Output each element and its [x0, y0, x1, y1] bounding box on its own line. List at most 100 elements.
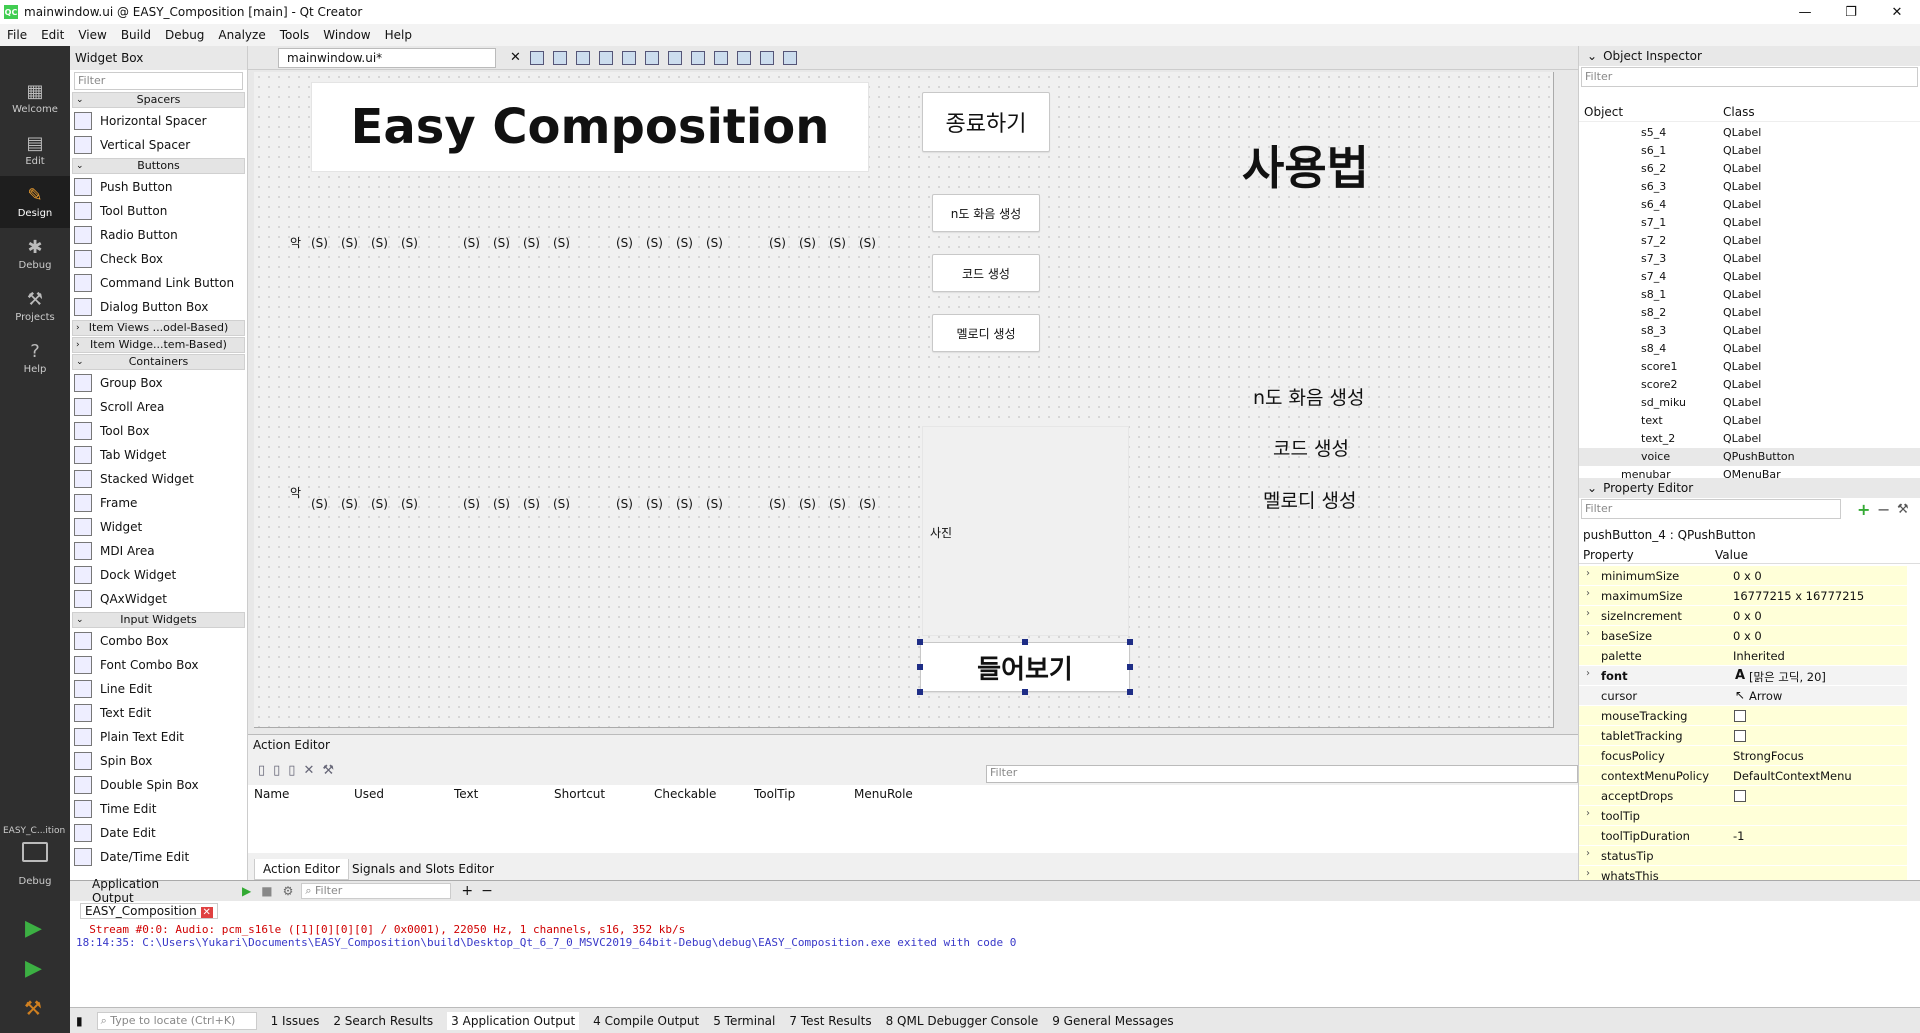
action-filter[interactable]: Filter: [986, 765, 1578, 783]
widget-item[interactable]: Tool Box: [70, 419, 247, 443]
selection-handle[interactable]: [1022, 689, 1028, 695]
widget-item[interactable]: Spin Box: [70, 749, 247, 773]
property-value[interactable]: -1: [1733, 829, 1744, 843]
property-row[interactable]: › maximumSize 16777215 x 16777215: [1579, 586, 1907, 606]
chevron-right-icon[interactable]: ›: [1586, 848, 1590, 859]
category-input-widgets[interactable]: ⌄ Input Widgets: [72, 612, 245, 628]
menu-help[interactable]: Help: [378, 28, 419, 42]
remove-property-icon[interactable]: −: [1877, 500, 1890, 519]
menu-file[interactable]: File: [0, 28, 34, 42]
object-row[interactable]: s8_4 QLabel: [1579, 340, 1920, 358]
edit-tab-order-icon[interactable]: [598, 50, 613, 65]
property-filter[interactable]: Filter: [1581, 499, 1841, 519]
tab-signals-slots-editor[interactable]: Signals and Slots Editor: [344, 859, 502, 879]
pane-application-output[interactable]: 3 Application Output: [447, 1011, 580, 1030]
widget-item[interactable]: Stacked Widget: [70, 467, 247, 491]
mode-edit[interactable]: ▤ Edit: [0, 124, 70, 176]
pane-compile-output[interactable]: 4 Compile Output: [593, 1014, 699, 1028]
widget-item[interactable]: Radio Button: [70, 223, 247, 247]
rerun-icon[interactable]: ▶: [242, 884, 251, 898]
object-row[interactable]: s6_4 QLabel: [1579, 196, 1920, 214]
object-row[interactable]: sd_miku QLabel: [1579, 394, 1920, 412]
selection-handle[interactable]: [1127, 689, 1133, 695]
property-row[interactable]: toolTipDuration -1: [1579, 826, 1907, 846]
property-row[interactable]: › font [맑은 고딕, 20] A: [1579, 666, 1907, 686]
toggle-sidebar-icon[interactable]: ▮: [76, 1014, 83, 1028]
property-value[interactable]: 0 x 0: [1733, 609, 1762, 623]
add-property-icon[interactable]: +: [1857, 500, 1870, 519]
listen-button[interactable]: 들어보기: [920, 642, 1130, 692]
stop-icon[interactable]: ■: [261, 884, 272, 898]
object-row[interactable]: s7_1 QLabel: [1579, 214, 1920, 232]
mode-projects[interactable]: ⚒ Projects: [0, 280, 70, 332]
chevron-right-icon[interactable]: ›: [1586, 628, 1590, 639]
menu-tools[interactable]: Tools: [273, 28, 317, 42]
property-row[interactable]: palette Inherited: [1579, 646, 1907, 666]
category-item-views[interactable]: › Item Views ...odel-Based): [72, 320, 245, 336]
property-row[interactable]: tabletTracking: [1579, 726, 1907, 746]
selection-handle[interactable]: [917, 664, 923, 670]
category-containers[interactable]: ⌄ Containers: [72, 354, 245, 370]
configure-icon[interactable]: ⚒: [1897, 502, 1909, 517]
debug-run-icon[interactable]: ▶: [25, 956, 42, 981]
edit-buddies-icon[interactable]: [575, 50, 590, 65]
run-icon[interactable]: ▶: [25, 916, 42, 941]
chevron-right-icon[interactable]: ›: [1586, 808, 1590, 819]
close-tab-icon[interactable]: ✕: [200, 907, 213, 918]
project-selector[interactable]: EASY_C...ition: [3, 826, 65, 836]
adjust-size-icon[interactable]: [782, 50, 797, 65]
build-hammer-icon[interactable]: ⚒: [24, 996, 42, 1020]
minimize-button[interactable]: —: [1782, 0, 1828, 24]
chevron-right-icon[interactable]: ›: [1586, 588, 1590, 599]
widget-item[interactable]: MDI Area: [70, 539, 247, 563]
widget-item[interactable]: Horizontal Spacer: [70, 109, 247, 133]
widget-item[interactable]: Frame: [70, 491, 247, 515]
mode-debug[interactable]: ✱ Debug: [0, 228, 70, 280]
pane-issues[interactable]: 1 Issues: [271, 1014, 320, 1028]
menu-edit[interactable]: Edit: [34, 28, 71, 42]
generate-chord-button[interactable]: 코드 생성: [932, 254, 1040, 292]
widget-item[interactable]: Text Edit: [70, 701, 247, 725]
pane-search-results[interactable]: 2 Search Results: [333, 1014, 433, 1028]
property-row[interactable]: acceptDrops: [1579, 786, 1907, 806]
widget-item[interactable]: Double Spin Box: [70, 773, 247, 797]
property-row[interactable]: focusPolicy StrongFocus: [1579, 746, 1907, 766]
object-row[interactable]: s7_3 QLabel: [1579, 250, 1920, 268]
widget-item[interactable]: Group Box: [70, 371, 247, 395]
object-row[interactable]: s6_2 QLabel: [1579, 160, 1920, 178]
close-document-icon[interactable]: ✕: [510, 50, 521, 65]
property-value[interactable]: StrongFocus: [1733, 749, 1804, 763]
layout-horizontal-icon[interactable]: [621, 50, 636, 65]
widget-item[interactable]: Tool Button: [70, 199, 247, 223]
mode-help[interactable]: ? Help: [0, 332, 70, 384]
selection-handle[interactable]: [917, 639, 923, 645]
property-value[interactable]: Arrow: [1749, 689, 1782, 703]
layout-form-icon[interactable]: [736, 50, 751, 65]
property-value[interactable]: Inherited: [1733, 649, 1785, 663]
output-filter[interactable]: ⌕ Filter: [301, 883, 452, 899]
widget-item[interactable]: Combo Box: [70, 629, 247, 653]
category-item-widgets[interactable]: › Item Widge...tem-Based): [72, 337, 245, 353]
property-checkbox[interactable]: [1734, 710, 1746, 722]
layout-splitter-v-icon[interactable]: [690, 50, 705, 65]
widget-item[interactable]: Dock Widget: [70, 563, 247, 587]
selection-handle[interactable]: [917, 689, 923, 695]
widget-item[interactable]: QAxWidget: [70, 587, 247, 611]
layout-vertical-icon[interactable]: [644, 50, 659, 65]
mode-welcome[interactable]: ▦ Welcome: [0, 72, 70, 124]
widget-item[interactable]: Date Edit: [70, 821, 247, 845]
monitor-icon[interactable]: [22, 842, 48, 862]
object-filter[interactable]: Filter: [1581, 67, 1918, 87]
property-value[interactable]: 16777215 x 16777215: [1733, 589, 1864, 603]
menu-debug[interactable]: Debug: [158, 28, 211, 42]
tab-action-editor[interactable]: Action Editor: [254, 859, 349, 880]
object-row[interactable]: s7_2 QLabel: [1579, 232, 1920, 250]
chevron-right-icon[interactable]: ›: [1586, 608, 1590, 619]
widget-item[interactable]: Plain Text Edit: [70, 725, 247, 749]
layout-grid-icon[interactable]: [713, 50, 728, 65]
pane-qml-debugger-console[interactable]: 8 QML Debugger Console: [886, 1014, 1039, 1028]
property-value[interactable]: DefaultContextMenu: [1733, 769, 1852, 783]
chevron-right-icon[interactable]: ›: [1586, 868, 1590, 879]
edit-widgets-icon[interactable]: [529, 50, 544, 65]
mode-design[interactable]: ✎ Design: [0, 176, 70, 228]
